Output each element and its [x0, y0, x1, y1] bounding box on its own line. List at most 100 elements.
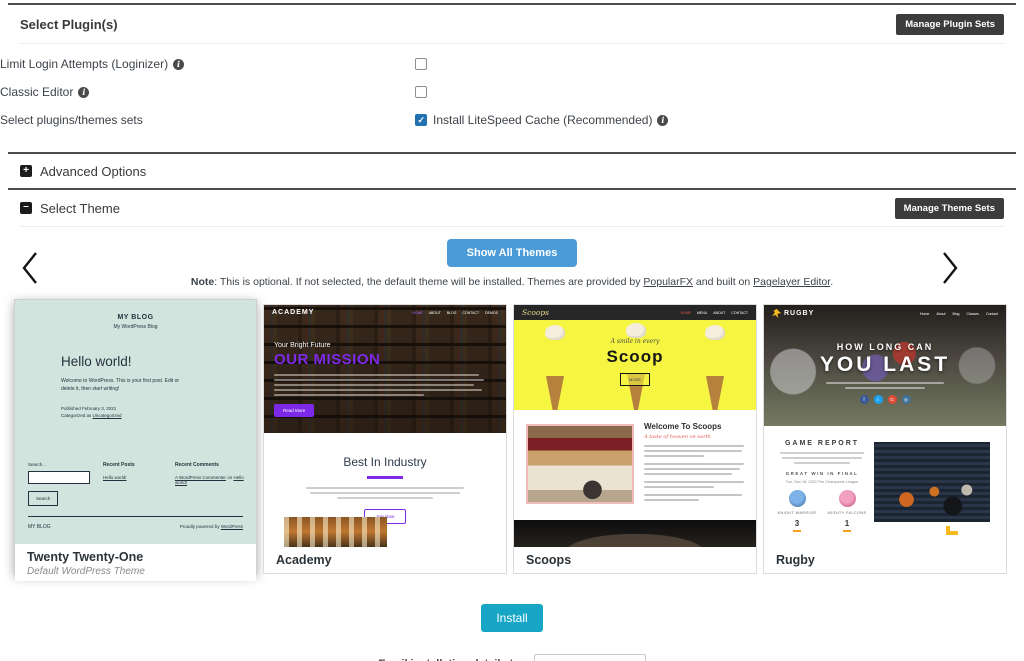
- theme-name: Academy: [276, 553, 494, 567]
- rugby-report-date: Tue, Nov 18, 2020 The Champions League: [772, 480, 872, 484]
- tt1-search-button: Search: [28, 491, 58, 506]
- academy-kicker: Your Bright Future: [274, 342, 506, 349]
- rugby-nav: Home About Blog Classes Contact: [920, 312, 998, 316]
- scoops-logo: Scoops: [522, 308, 549, 317]
- theme-card-scoops[interactable]: Scoops HOME MENU ABOUT CONTACT A smile i…: [513, 304, 757, 574]
- theme-card-twenty-twenty-one[interactable]: MY BLOG My WordPress Blog Hello world! W…: [14, 299, 257, 574]
- placeholder-text-block: [779, 452, 865, 464]
- twitter-icon: t: [874, 395, 883, 404]
- google-plus-icon: G: [888, 395, 897, 404]
- academy-logo: ACADEMY: [272, 309, 314, 316]
- classic-editor-checkbox[interactable]: [415, 86, 427, 98]
- info-icon[interactable]: i: [78, 87, 89, 98]
- tt1-recent-post-link: Hello world!: [103, 475, 127, 480]
- install-button[interactable]: Install: [481, 604, 542, 632]
- rugby-hero: RUGBY Home About Blog Classes Contact HO…: [764, 305, 1006, 426]
- scoops-hero-title: Scoop: [514, 347, 756, 367]
- tt1-recent-comments-title: Recent Comments: [175, 462, 246, 468]
- advanced-options-title: Advanced Options: [40, 164, 146, 179]
- team2-avatar: [839, 490, 856, 507]
- theme-card-academy[interactable]: ACADEMY HOME ABOUT BLOG CONTACT DEMOS Yo…: [263, 304, 507, 574]
- scoops-more-button: MORE: [620, 373, 650, 386]
- scoops-hero-script: A smile in every: [514, 320, 756, 345]
- tt1-recent-comment: A WordPress Commenter on Hello world!: [175, 475, 246, 485]
- rugby-report-title: GAME REPORT: [772, 440, 872, 447]
- scoops-welcome-section: Welcome To Scoops A taste of heaven on e…: [514, 410, 756, 520]
- academy-nav: HOME ABOUT BLOG CONTACT DEMOS: [412, 311, 498, 315]
- team2-name: MIGHTY FALCONS: [825, 511, 869, 515]
- divider: [20, 226, 1004, 227]
- scoops-welcome-title: Welcome To Scoops: [644, 422, 746, 431]
- instagram-icon: ◎: [902, 395, 911, 404]
- plugin-label-loginizer: Limit Login Attempts (Loginizer): [0, 57, 168, 71]
- expand-plus-icon[interactable]: +: [20, 165, 32, 177]
- carousel-next-button[interactable]: [940, 251, 960, 288]
- rugby-report-section: GAME REPORT GREAT WIN IN FINAL Tue, Nov …: [764, 426, 1006, 547]
- tt1-category-link: Uncategorized: [93, 413, 122, 418]
- rugby-match-photo: [874, 442, 990, 522]
- theme-note: Note: This is optional. If not selected,…: [0, 276, 1024, 288]
- tt1-divider: [28, 516, 243, 517]
- placeholder-text-block: [825, 382, 945, 389]
- tt1-preview: MY BLOG My WordPress Blog Hello world! W…: [15, 300, 256, 544]
- select-plugins-title: Select Plugin(s): [20, 17, 118, 32]
- tt1-post-body: Welcome to WordPress. This is your first…: [61, 377, 191, 393]
- tt1-search-input: [28, 471, 90, 484]
- manage-theme-sets-button[interactable]: Manage Theme Sets: [895, 198, 1004, 219]
- note-text: : This is optional. If not selected, the…: [214, 276, 643, 288]
- placeholder-text-block: [305, 487, 465, 499]
- theme-name: Scoops: [526, 553, 744, 567]
- plugin-row-sets: Select plugins/themes sets Install LiteS…: [0, 106, 1024, 134]
- email-details-input[interactable]: [534, 654, 646, 661]
- scoops-preview: Scoops HOME MENU ABOUT CONTACT A smile i…: [514, 305, 756, 547]
- loginizer-checkbox[interactable]: [415, 58, 427, 70]
- rugby-preview: RUGBY Home About Blog Classes Contact HO…: [764, 305, 1006, 547]
- chevron-left-icon: [20, 251, 40, 285]
- academy-hero: ACADEMY HOME ABOUT BLOG CONTACT DEMOS Yo…: [264, 305, 506, 433]
- placeholder-text-block: [644, 445, 746, 501]
- academy-section-title: Best In Industry: [264, 455, 506, 469]
- advanced-options-toggle[interactable]: + Advanced Options: [0, 154, 1024, 188]
- rugby-social-icons: f t G ◎: [764, 395, 1006, 404]
- tt1-published: Published February 3, 2021: [61, 405, 191, 412]
- tt1-post-title: Hello world!: [61, 354, 191, 369]
- facebook-icon: f: [860, 395, 869, 404]
- theme-subtitle: Default WordPress Theme: [27, 566, 244, 577]
- rugby-hero-line1: HOW LONG CAN: [764, 342, 1006, 352]
- carousel-prev-button[interactable]: [20, 251, 40, 288]
- academy-photo: [284, 517, 387, 547]
- theme-card-rugby[interactable]: RUGBY Home About Blog Classes Contact HO…: [763, 304, 1007, 574]
- tt1-recent-posts-title: Recent Posts: [103, 462, 175, 468]
- rugby-hero-line2: YOU LAST: [764, 353, 1006, 377]
- note-label: Note: [191, 276, 214, 288]
- plugin-row-classic-editor: Classic Editor i: [0, 78, 1024, 106]
- chevron-right-icon: [940, 251, 960, 285]
- accent-underline: [367, 476, 403, 479]
- theme-carousel: Show All Themes Note: This is optional. …: [0, 239, 1024, 288]
- show-all-themes-button[interactable]: Show All Themes: [447, 239, 578, 267]
- select-theme-title: Select Theme: [40, 201, 120, 216]
- tt1-site-title: MY BLOG: [15, 314, 256, 321]
- plugin-options: Limit Login Attempts (Loginizer) i Class…: [0, 44, 1024, 138]
- tt1-search-label: Search...: [28, 462, 103, 467]
- litespeed-label: Install LiteSpeed Cache (Recommended): [433, 113, 652, 127]
- scoops-bottom-photo: [514, 520, 756, 547]
- manage-plugin-sets-button[interactable]: Manage Plugin Sets: [896, 14, 1004, 35]
- academy-section: Best In Industry Join Now: [264, 433, 506, 524]
- rugby-logo: RUGBY: [772, 309, 814, 318]
- team2-score: 1: [825, 519, 869, 532]
- runner-icon: [772, 309, 781, 318]
- info-icon[interactable]: i: [657, 115, 668, 126]
- theme-name: Rugby: [776, 553, 994, 567]
- popularfx-link[interactable]: PopularFX: [643, 276, 693, 288]
- plugin-row-loginizer: Limit Login Attempts (Loginizer) i: [0, 50, 1024, 78]
- litespeed-checkbox[interactable]: [415, 114, 427, 126]
- tt1-categorized: Categorized as Uncategorized: [61, 412, 191, 419]
- pagelayer-editor-link[interactable]: Pagelayer Editor: [753, 276, 830, 288]
- info-icon[interactable]: i: [173, 59, 184, 70]
- plugin-label-classic-editor: Classic Editor: [0, 85, 73, 99]
- tt1-tagline: My WordPress Blog: [15, 324, 256, 330]
- collapse-minus-icon[interactable]: –: [20, 202, 32, 214]
- yellow-corner-accent: [946, 526, 958, 535]
- tt1-footer-site: MY BLOG: [28, 524, 51, 530]
